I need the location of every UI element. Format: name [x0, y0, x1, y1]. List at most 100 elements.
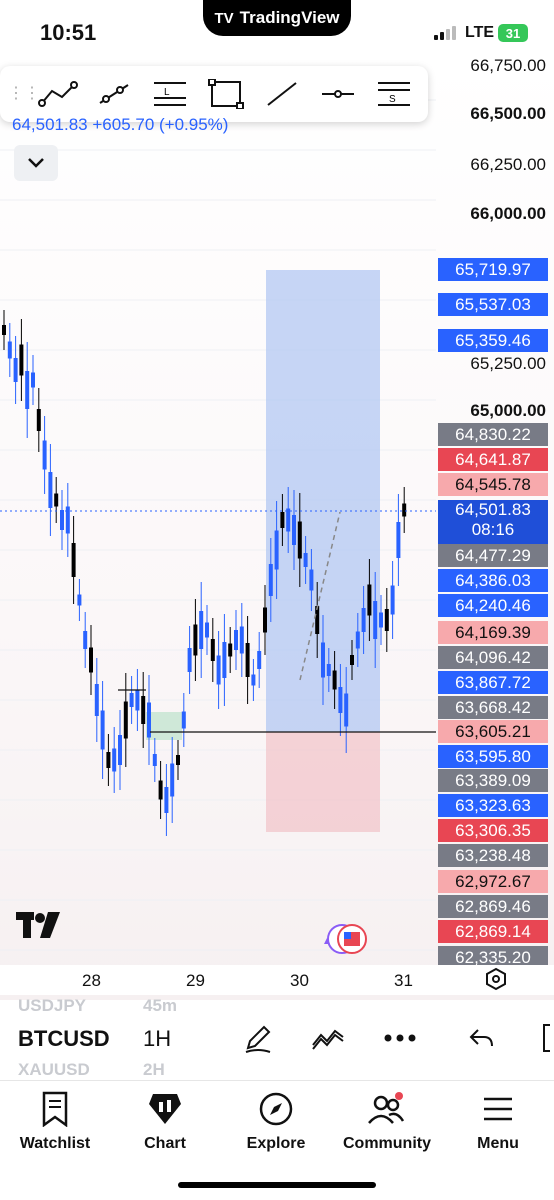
svg-text:S: S — [389, 94, 396, 105]
candle-body — [361, 608, 366, 632]
price-tag: 63,605.21 — [438, 720, 548, 743]
price-tag: 65,719.97 — [438, 258, 548, 281]
horizontal-line-tool-icon[interactable] — [310, 72, 366, 116]
fullscreen-icon[interactable] — [530, 1022, 554, 1054]
rectangle-tool-icon[interactable] — [198, 72, 254, 116]
candle-body — [263, 607, 267, 633]
candle-body — [373, 601, 378, 639]
candle-body — [344, 693, 349, 727]
candle-body — [257, 651, 262, 669]
candle-body — [205, 622, 209, 638]
indicators-icon[interactable] — [310, 1022, 346, 1054]
compass-icon — [221, 1089, 331, 1129]
watchlist-icon — [0, 1089, 110, 1129]
interval-prev[interactable]: 45m — [143, 996, 177, 1016]
candle-body — [60, 510, 64, 530]
candle-body — [176, 755, 180, 765]
highlight-box — [146, 712, 182, 740]
ray-tool-icon[interactable] — [86, 72, 142, 116]
candle-body — [89, 647, 93, 673]
candle-body — [94, 684, 99, 716]
tab-community[interactable]: Community — [332, 1089, 442, 1153]
candle-body — [245, 643, 250, 677]
time-label: 28 — [82, 971, 101, 990]
candle-body — [71, 543, 76, 577]
battery-level: 31 — [505, 25, 521, 41]
candle-body — [135, 689, 140, 711]
candle-body — [280, 512, 285, 528]
candle-body — [187, 648, 192, 672]
price-tag: 63,238.48 — [438, 844, 548, 867]
candle-body — [13, 358, 18, 382]
candle-body — [268, 564, 273, 596]
candle-body — [193, 624, 198, 656]
candle-body — [355, 631, 360, 649]
price-tag: 64,477.29 — [438, 544, 548, 567]
price-tag: 65,537.03 — [438, 293, 548, 316]
candle-body — [222, 642, 227, 678]
candle-body — [25, 371, 30, 409]
tab-label: Menu — [477, 1135, 519, 1152]
interval-selector[interactable]: 1H — [143, 1026, 171, 1052]
chart-settings-icon[interactable] — [484, 967, 508, 996]
tab-label: Watchlist — [19, 1135, 91, 1152]
candle-body — [390, 585, 395, 615]
candle-body — [199, 611, 204, 649]
candle-body — [164, 787, 169, 813]
clock: 10:51 — [40, 20, 97, 45]
candle-body — [54, 493, 59, 507]
symbol-selector[interactable]: BTCUSD — [18, 1026, 110, 1052]
price-tag: 63,595.80 — [438, 745, 548, 768]
interval-next[interactable]: 2H — [143, 1060, 165, 1080]
candle-body — [326, 664, 331, 676]
price-tag: 62,869.14 — [438, 920, 548, 943]
line-tool-icon[interactable] — [254, 72, 310, 116]
network-type: LTE — [465, 24, 495, 41]
price-tag: 62,972.67 — [438, 870, 548, 893]
price-tag: 63,867.72 — [438, 671, 548, 694]
candle-body — [170, 763, 175, 797]
current-price-tag: 64,501.83 08:16 — [438, 500, 548, 544]
candle-body — [367, 584, 372, 616]
economic-events-icon[interactable] — [318, 922, 370, 961]
more-icon[interactable] — [382, 1022, 418, 1054]
candle-body — [123, 701, 128, 739]
price-axis-label: 66,250.00 — [470, 155, 546, 174]
drag-handle-icon[interactable]: ⋮⋮ — [8, 86, 40, 102]
tab-explore[interactable]: Explore — [221, 1089, 331, 1153]
short-position-tool-icon[interactable]: S — [366, 72, 422, 116]
symbol-prev[interactable]: USDJPY — [18, 996, 86, 1016]
candle-body — [228, 643, 233, 657]
tab-label: Community — [343, 1135, 431, 1152]
tab-menu[interactable]: Menu — [443, 1089, 553, 1153]
price-axis-label: 65,250.00 — [470, 354, 546, 373]
chevron-down-icon — [28, 158, 44, 168]
price-tag: 62,869.46 — [438, 895, 548, 918]
long-position-tool-icon[interactable]: L — [142, 72, 198, 116]
price-axis-label: 66,000.00 — [470, 204, 546, 223]
chart-icon — [110, 1089, 220, 1129]
price-tag: 64,240.46 — [438, 594, 548, 617]
price-tag: 64,641.87 — [438, 448, 548, 471]
price-axis-label: 66,500.00 — [470, 104, 546, 123]
trend-line-tool-icon[interactable] — [30, 72, 86, 116]
candle-body — [77, 594, 82, 606]
candle-body — [106, 752, 111, 768]
candle-body — [42, 440, 47, 470]
battery-icon: 31 — [498, 24, 528, 42]
drawing-pen-icon[interactable] — [240, 1022, 276, 1054]
signal-icon — [434, 26, 456, 40]
time-axis[interactable]: 28 29 30 31 — [0, 965, 554, 995]
undo-icon[interactable] — [464, 1022, 500, 1054]
tab-watchlist[interactable]: Watchlist — [0, 1089, 110, 1153]
candle-body — [321, 642, 325, 678]
symbol-next[interactable]: XAUUSD — [18, 1060, 90, 1080]
time-label: 29 — [186, 971, 205, 990]
candle-body — [251, 674, 256, 686]
candle-body — [2, 325, 6, 335]
candle-body — [158, 780, 163, 800]
collapse-button[interactable] — [14, 145, 58, 181]
price-tag: 65,359.46 — [438, 329, 548, 352]
candle-body — [332, 670, 337, 690]
tab-chart[interactable]: Chart — [110, 1089, 220, 1153]
